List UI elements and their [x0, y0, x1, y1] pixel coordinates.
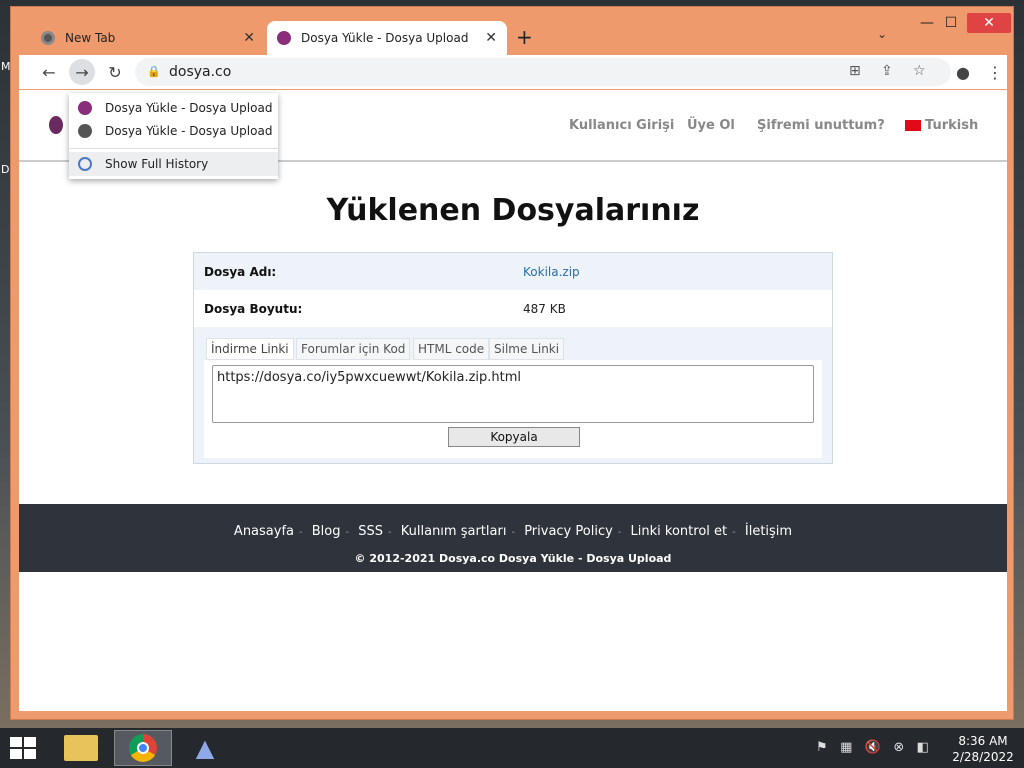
- desktop-icon-fragment: D: [1, 163, 10, 176]
- chrome-icon: [41, 31, 55, 45]
- browser-window: — ☐ ✕ New Tab ✕ Dosya Yükle - Dosya Uplo…: [10, 6, 1014, 720]
- volume-muted-icon[interactable]: 🔇: [865, 740, 881, 755]
- file-explorer-icon[interactable]: [52, 730, 110, 766]
- close-tab-icon[interactable]: ✕: [485, 30, 497, 46]
- tab-forum-code[interactable]: Forumlar için Kod: [296, 338, 411, 360]
- nav-forgot-password[interactable]: Şifremi unuttum?: [757, 118, 885, 133]
- menu-kebab-icon[interactable]: ⋮: [983, 61, 1007, 83]
- language-label: Turkish: [925, 118, 979, 133]
- footer-links: Anasayfa - Blog - SSS - Kullanım şartları - …: [233, 524, 793, 539]
- windows-start-icon[interactable]: [10, 737, 36, 759]
- show-full-history[interactable]: Show Full History: [69, 152, 278, 176]
- close-button[interactable]: ✕: [967, 13, 1011, 33]
- turkey-flag-icon: [905, 120, 921, 131]
- app-tray-icon[interactable]: ◧: [917, 740, 929, 755]
- tab-title: New Tab: [65, 31, 116, 45]
- app-triangle-icon[interactable]: ▲: [176, 730, 234, 766]
- close-circle-icon[interactable]: ⊗: [893, 740, 904, 755]
- dosya-favicon-icon: [277, 31, 291, 45]
- file-name-link[interactable]: Kokila.zip: [523, 265, 580, 279]
- maximize-button[interactable]: ☐: [937, 13, 965, 33]
- tab-search-chevron-icon[interactable]: ⌄: [877, 27, 887, 41]
- profile-avatar-icon[interactable]: ●: [951, 61, 975, 83]
- copyright-text: © 2012-2021 Dosya.co Dosya Yükle - Dosya…: [354, 552, 672, 565]
- address-bar[interactable]: 🔒 dosya.co ⊞ ⇪ ☆: [135, 58, 951, 86]
- footer-link[interactable]: Kullanım şartları: [401, 524, 507, 539]
- file-size-value: 487 KB: [523, 302, 566, 316]
- link-tabs-area: İndirme Linki Forumlar için Kod HTML cod…: [194, 327, 832, 463]
- site-logo-icon[interactable]: [49, 116, 63, 134]
- file-info-card: Dosya Adı: Kokila.zip Dosya Boyutu: 487 …: [193, 252, 833, 464]
- date-text: 2/28/2022: [952, 750, 1014, 764]
- close-tab-icon[interactable]: ✕: [243, 30, 255, 46]
- system-tray: ⚑ ▦ 🔇 ⊗ ◧: [816, 740, 929, 755]
- translate-icon[interactable]: ⊞: [849, 63, 861, 79]
- taskbar: ▲ ⚑ ▦ 🔇 ⊗ ◧ 8:36 AM 2/28/2022: [0, 728, 1024, 768]
- nav-signup[interactable]: Üye Ol: [687, 118, 735, 133]
- download-link-textarea[interactable]: https://dosya.co/iy5pwxcuewwt/Kokila.zip…: [212, 365, 814, 423]
- history-item-label: Dosya Yükle - Dosya Upload: [105, 101, 273, 115]
- link-panel: https://dosya.co/iy5pwxcuewwt/Kokila.zip…: [204, 360, 822, 458]
- file-name-label: Dosya Adı:: [204, 265, 277, 279]
- back-arrow-icon[interactable]: ←: [37, 61, 61, 83]
- file-size-row: Dosya Boyutu: 487 KB: [194, 290, 832, 327]
- flag-notification-icon[interactable]: ⚑: [816, 740, 828, 755]
- tab-new-tab[interactable]: New Tab ✕: [31, 21, 265, 55]
- language-selector[interactable]: Turkish: [905, 118, 978, 133]
- page-content: Kullanıcı Girişi Üye Ol Şifremi unuttum?…: [19, 90, 1007, 711]
- file-name-row: Dosya Adı: Kokila.zip: [194, 253, 832, 290]
- forward-arrow-icon[interactable]: →: [69, 59, 95, 85]
- footer-link[interactable]: İletişim: [745, 524, 792, 539]
- footer-link[interactable]: Privacy Policy: [524, 524, 613, 539]
- tab-dosya[interactable]: Dosya Yükle - Dosya Upload ✕: [267, 21, 507, 55]
- history-item[interactable]: Dosya Yükle - Dosya Upload: [69, 120, 278, 142]
- footer-link[interactable]: SSS: [358, 524, 383, 539]
- show-full-history-label: Show Full History: [105, 157, 209, 171]
- history-item[interactable]: Dosya Yükle - Dosya Upload: [69, 97, 278, 119]
- history-clock-icon: [78, 157, 92, 171]
- copy-button[interactable]: Kopyala: [448, 427, 580, 447]
- footer-link[interactable]: Linki kontrol et: [631, 524, 728, 539]
- reload-icon[interactable]: ↻: [103, 61, 127, 83]
- tab-download-link[interactable]: İndirme Linki: [206, 338, 294, 360]
- url-text[interactable]: dosya.co: [169, 64, 231, 80]
- new-tab-plus-icon[interactable]: +: [516, 25, 533, 49]
- page-title: Yüklenen Dosyalarınız: [326, 193, 700, 228]
- dosya-favicon-icon: [78, 101, 92, 115]
- share-icon[interactable]: ⇪: [881, 63, 893, 79]
- nav-login[interactable]: Kullanıcı Girişi: [569, 118, 674, 133]
- tab-delete-link[interactable]: Silme Linki: [489, 338, 565, 360]
- tab-title: Dosya Yükle - Dosya Upload: [301, 31, 469, 45]
- footer-link[interactable]: Blog: [312, 524, 341, 539]
- history-item-label: Dosya Yükle - Dosya Upload: [105, 124, 273, 138]
- file-size-label: Dosya Boyutu:: [204, 302, 303, 316]
- toolbar: ← → ↻ 🔒 dosya.co ⊞ ⇪ ☆ ● ⋮: [19, 55, 1007, 89]
- lock-icon: 🔒: [147, 65, 161, 78]
- tab-html-code[interactable]: HTML code: [413, 338, 490, 360]
- chrome-taskbar-icon[interactable]: [114, 730, 172, 766]
- menu-divider: [69, 148, 278, 149]
- site-footer: Anasayfa - Blog - SSS - Kullanım şartları - …: [19, 504, 1007, 572]
- history-dropdown: Dosya Yükle - Dosya Upload Dosya Yükle -…: [69, 93, 278, 179]
- bookmark-star-icon[interactable]: ☆: [913, 63, 926, 79]
- clock[interactable]: 8:36 AM 2/28/2022: [948, 733, 1018, 765]
- globe-icon: [78, 124, 92, 138]
- footer-link[interactable]: Anasayfa: [234, 524, 294, 539]
- network-icon[interactable]: ▦: [840, 740, 852, 755]
- time-text: 8:36 AM: [958, 734, 1008, 748]
